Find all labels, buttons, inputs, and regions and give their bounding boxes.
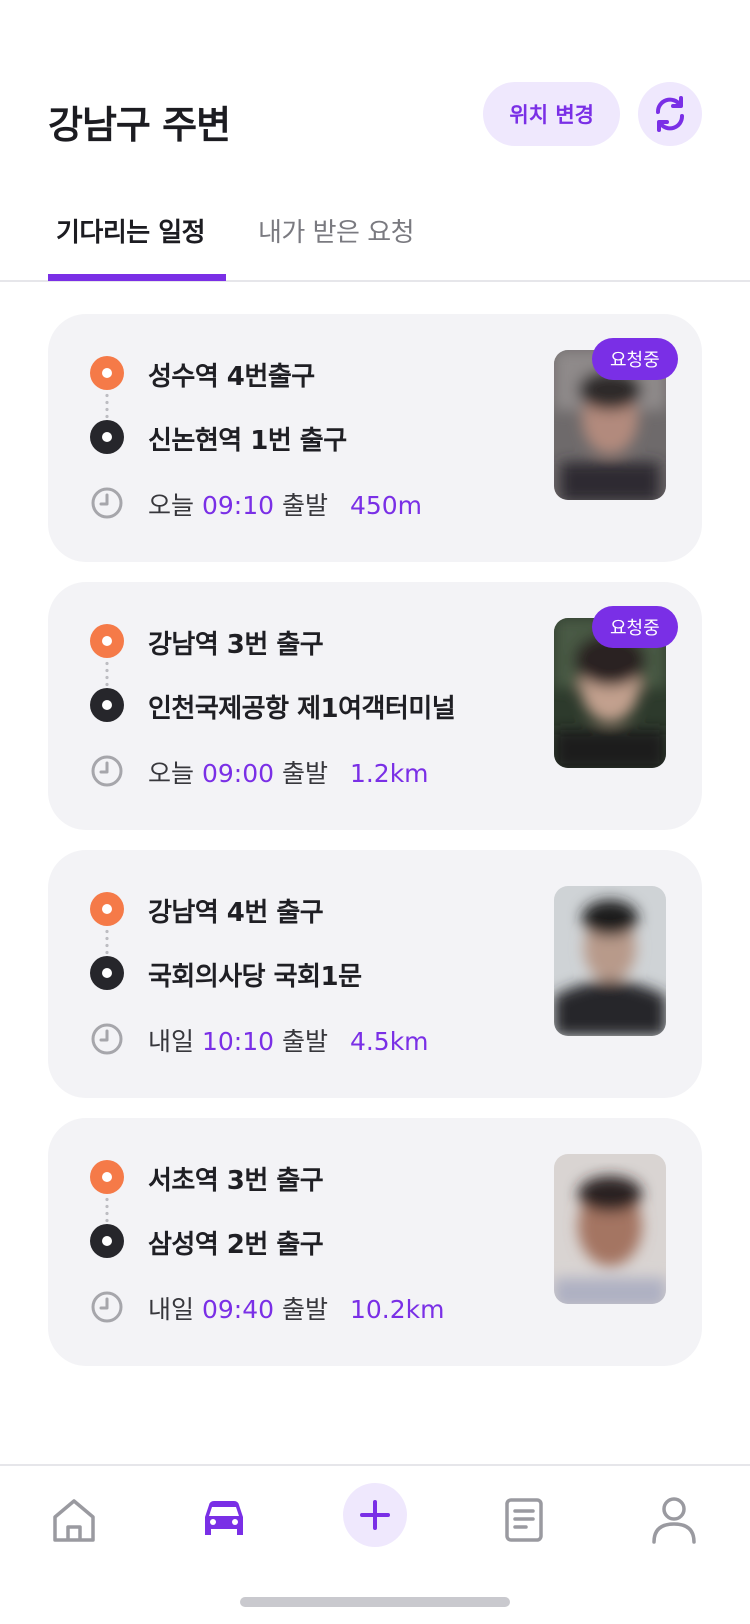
nav-documents[interactable] [492,1488,556,1552]
departure-time: 09:10 [201,491,275,520]
origin-dot-icon [90,892,124,926]
destination-label: 인천국제공항 제1여객터미널 [148,694,456,724]
departure-label: 출발 [281,1295,328,1324]
origin-label: 서초역 3번 출구 [148,1166,324,1196]
home-indicator [240,1597,510,1607]
destination-dot-icon [90,420,124,454]
change-location-button[interactable]: 위치 변경 [483,82,620,146]
departure-day: 내일 [148,1027,195,1056]
ride-card[interactable]: 성수역 4번출구 신논현역 1번 출구 오늘 09:10 출발 450m 요청중 [48,314,702,562]
departure-info: 오늘 09:10 출발 450m [148,486,422,522]
clock-icon [91,487,123,519]
origin-label: 강남역 3번 출구 [148,630,324,660]
departure-label: 출발 [281,1027,328,1056]
ride-card[interactable]: 강남역 4번 출구 국회의사당 국회1문 내일 10:10 출발 4.5km [48,850,702,1098]
refresh-icon [655,96,685,132]
departure-time: 09:40 [201,1295,275,1324]
request-status-badge: 요청중 [592,606,678,648]
clock-icon [91,1023,123,1055]
departure-time: 09:00 [201,759,275,788]
route-connector [105,928,109,956]
route-connector [105,1196,109,1224]
active-tab-indicator [48,274,226,281]
departure-time: 10:10 [201,1027,275,1056]
nav-rides[interactable] [192,1488,256,1552]
route-connector [105,660,109,688]
avatar [554,1154,666,1304]
origin-dot-icon [90,1160,124,1194]
avatar-photo [554,1154,666,1304]
tab-bar: 기다리는 일정 내가 받은 요청 [0,196,750,282]
tab-received-requests[interactable]: 내가 받은 요청 [258,212,415,249]
distance: 4.5km [349,1027,429,1056]
departure-label: 출발 [281,491,328,520]
ride-card[interactable]: 강남역 3번 출구 인천국제공항 제1여객터미널 오늘 09:00 출발 1.2… [48,582,702,830]
route-connector [105,392,109,420]
destination-dot-icon [90,688,124,722]
destination-label: 국회의사당 국회1문 [148,962,362,992]
home-icon [53,1499,95,1542]
distance: 10.2km [349,1295,445,1324]
origin-label: 강남역 4번 출구 [148,898,324,928]
distance: 1.2km [349,759,429,788]
tab-waiting-schedules[interactable]: 기다리는 일정 [56,212,206,249]
nav-add[interactable] [343,1483,407,1547]
departure-day: 내일 [148,1295,195,1324]
destination-dot-icon [90,1224,124,1258]
departure-day: 오늘 [148,759,195,788]
departure-info: 오늘 09:00 출발 1.2km [148,754,429,790]
clock-icon [91,755,123,787]
avatar [554,886,666,1036]
nav-home[interactable] [42,1488,106,1552]
origin-dot-icon [90,356,124,390]
header: 강남구 주변 위치 변경 [48,80,702,156]
distance: 450m [349,491,423,520]
destination-label: 신논현역 1번 출구 [148,426,347,456]
ride-card[interactable]: 서초역 3번 출구 삼성역 2번 출구 내일 09:40 출발 10.2km [48,1118,702,1366]
avatar-photo [554,886,666,1036]
destination-dot-icon [90,956,124,990]
nav-profile[interactable] [642,1488,706,1552]
departure-info: 내일 09:40 출발 10.2km [148,1290,444,1326]
destination-label: 삼성역 2번 출구 [148,1230,324,1260]
refresh-button[interactable] [638,82,702,146]
origin-label: 성수역 4번출구 [148,362,315,392]
departure-day: 오늘 [148,491,195,520]
departure-label: 출발 [281,759,328,788]
clock-icon [91,1291,123,1323]
page-title: 강남구 주변 [48,103,231,147]
origin-dot-icon [90,624,124,658]
car-icon [205,1501,243,1535]
departure-info: 내일 10:10 출발 4.5km [148,1022,429,1058]
profile-icon [652,1497,696,1544]
document-icon [505,1498,543,1542]
plus-icon [360,1500,390,1530]
request-status-badge: 요청중 [592,338,678,380]
